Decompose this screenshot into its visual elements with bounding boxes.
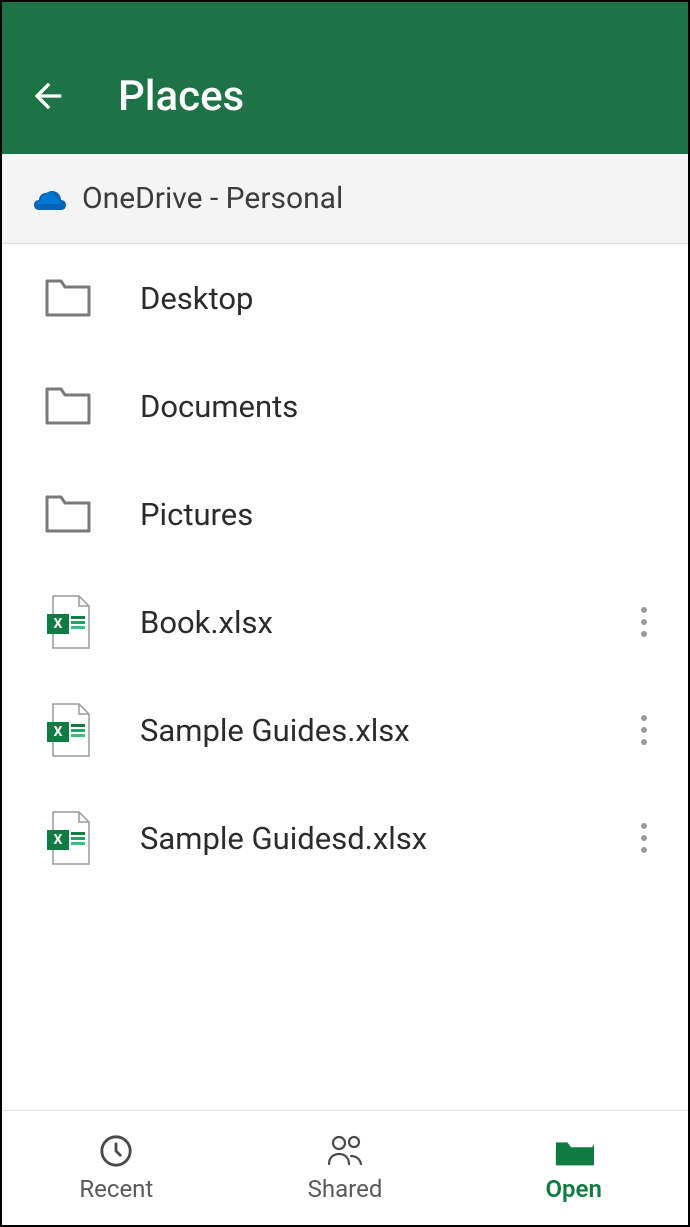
- location-bar[interactable]: OneDrive - Personal: [2, 154, 688, 244]
- svg-text:X: X: [54, 616, 63, 632]
- clock-icon: [96, 1133, 136, 1169]
- page-title: Places: [118, 72, 244, 121]
- file-item[interactable]: X Sample Guides.xlsx: [2, 676, 688, 784]
- folder-item[interactable]: Documents: [2, 352, 688, 460]
- back-button[interactable]: [26, 74, 70, 118]
- excel-file-icon: X: [40, 702, 96, 758]
- location-label: OneDrive - Personal: [82, 181, 343, 216]
- more-options-button[interactable]: [620, 706, 668, 754]
- file-list: Desktop Documents Pictures X: [2, 244, 688, 892]
- item-label: Documents: [140, 388, 668, 425]
- back-arrow-icon: [28, 76, 68, 116]
- app-header: Places: [2, 2, 688, 154]
- onedrive-icon: [32, 187, 68, 211]
- item-label: Sample Guidesd.xlsx: [140, 820, 620, 857]
- nav-open[interactable]: Open: [459, 1111, 688, 1225]
- item-label: Book.xlsx: [140, 604, 620, 641]
- folder-icon: [40, 270, 96, 326]
- more-vertical-icon: [640, 822, 648, 854]
- folder-icon: [40, 378, 96, 434]
- more-options-button[interactable]: [620, 814, 668, 862]
- nav-recent[interactable]: Recent: [2, 1111, 231, 1225]
- folder-item[interactable]: Desktop: [2, 244, 688, 352]
- file-item[interactable]: X Sample Guidesd.xlsx: [2, 784, 688, 892]
- bottom-navigation: Recent Shared Open: [2, 1110, 688, 1225]
- people-icon: [325, 1133, 365, 1169]
- nav-label: Shared: [308, 1175, 383, 1203]
- folder-open-icon: [554, 1133, 594, 1169]
- folder-item[interactable]: Pictures: [2, 460, 688, 568]
- excel-file-icon: X: [40, 810, 96, 866]
- more-vertical-icon: [640, 714, 648, 746]
- item-label: Desktop: [140, 280, 668, 317]
- item-label: Sample Guides.xlsx: [140, 712, 620, 749]
- svg-text:X: X: [54, 724, 63, 740]
- nav-label: Recent: [79, 1175, 153, 1203]
- file-item[interactable]: X Book.xlsx: [2, 568, 688, 676]
- more-vertical-icon: [640, 606, 648, 638]
- nav-label: Open: [545, 1175, 601, 1203]
- folder-icon: [40, 486, 96, 542]
- excel-file-icon: X: [40, 594, 96, 650]
- more-options-button[interactable]: [620, 598, 668, 646]
- nav-shared[interactable]: Shared: [231, 1111, 460, 1225]
- svg-text:X: X: [54, 832, 63, 848]
- item-label: Pictures: [140, 496, 668, 533]
